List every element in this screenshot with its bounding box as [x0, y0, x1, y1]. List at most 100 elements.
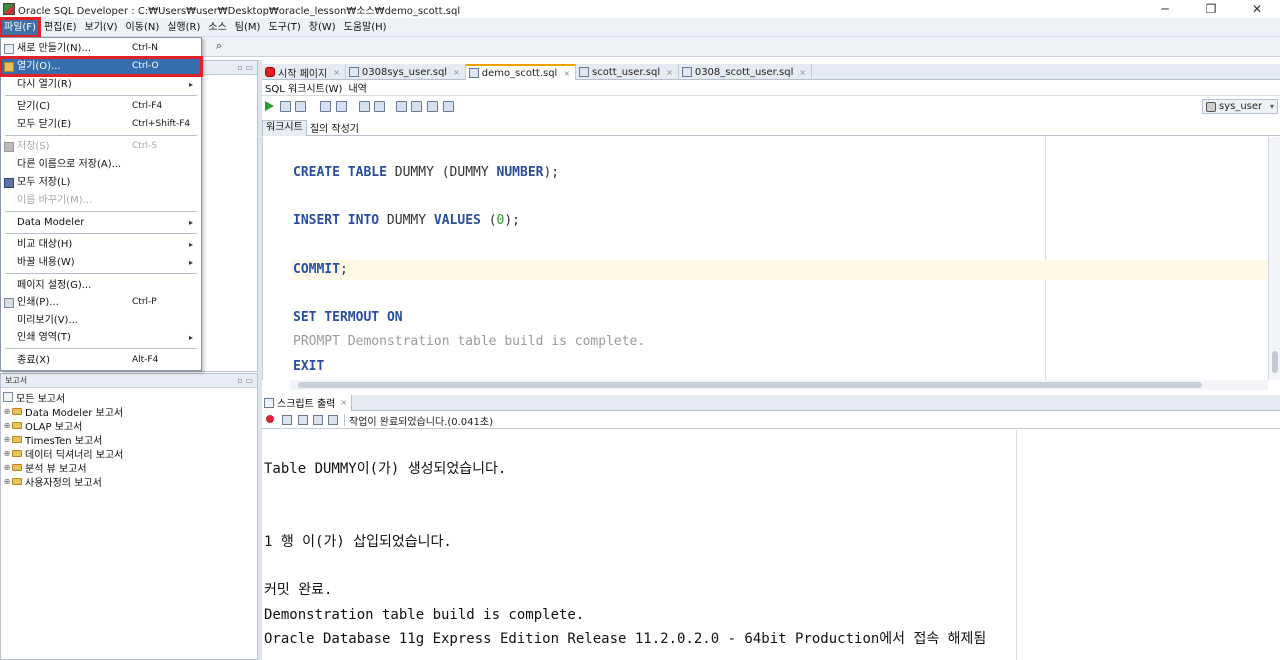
- sql-tuning-icon[interactable]: [374, 101, 385, 112]
- expand-icon[interactable]: ⊕: [3, 435, 11, 444]
- close-tab-icon[interactable]: ×: [333, 68, 340, 77]
- sql-history-icon[interactable]: [427, 101, 438, 112]
- expand-icon[interactable]: ⊕: [3, 421, 11, 430]
- code-token: CREATE: [293, 165, 340, 180]
- tree-item-data-modeler[interactable]: ⊕ Data Modeler 보고서: [1, 404, 257, 419]
- menu-item-print[interactable]: 인쇄(P)... Ctrl-P: [1, 294, 201, 311]
- menu-item-save-as[interactable]: 다른 이름으로 저장(A)...: [1, 156, 201, 173]
- run-script-icon[interactable]: [280, 101, 291, 112]
- tree-item-label: 데이터 딕셔너리 보고서: [25, 449, 124, 461]
- tab-0308sys-user[interactable]: 0308sys_user.sql ×: [346, 64, 466, 80]
- autotrace-icon[interactable]: [336, 101, 347, 112]
- tree-item-user-defined[interactable]: ⊕ 사용자정의 보고서: [1, 474, 257, 489]
- menu-navigate[interactable]: 이동(N): [122, 18, 164, 37]
- close-button[interactable]: ✕: [1234, 0, 1280, 18]
- tree-item-timesten[interactable]: ⊕ TimesTen 보고서: [1, 432, 257, 447]
- menu-item-page-setup[interactable]: 페이지 설정(G)...: [1, 277, 201, 294]
- menu-help[interactable]: 도움말(H): [340, 18, 391, 37]
- expand-icon[interactable]: ⊕: [3, 477, 11, 486]
- close-tab-icon[interactable]: ×: [799, 68, 806, 77]
- menu-item-compare-with[interactable]: 비교 대상(H) ▸: [1, 236, 201, 253]
- find-db-object-icon[interactable]: ⌕: [216, 40, 228, 52]
- editor-tab-bar: 시작 페이지 × 0308sys_user.sql × demo_scott.s…: [262, 64, 1280, 80]
- tab-label: 스크립트 출력: [277, 399, 336, 410]
- panel-minimize-icon[interactable]: ▫ ▭: [237, 376, 253, 385]
- editor-vertical-scrollbar[interactable]: [1268, 137, 1280, 380]
- output-line: 커밋 완료.: [264, 582, 333, 598]
- tab-script-output[interactable]: 스크립트 출력 ×: [262, 394, 353, 411]
- tree-item-data-dictionary[interactable]: ⊕ 데이터 딕셔너리 보고서: [1, 446, 257, 461]
- close-tab-icon[interactable]: ×: [563, 69, 570, 78]
- eraser-icon[interactable]: [282, 415, 292, 425]
- reports-panel: 보고서 ▫ ▭ 모든 보고서 ⊕ Data Modeler 보고서 ⊕ OLAP…: [0, 373, 258, 660]
- menu-item-print-preview[interactable]: 미리보기(V)...: [1, 312, 201, 329]
- connection-name: sys_user: [1219, 101, 1263, 112]
- tab-history[interactable]: 내역: [345, 80, 369, 95]
- menu-tools[interactable]: 도구(T): [264, 18, 304, 37]
- commit-icon[interactable]: [295, 101, 306, 112]
- menu-view[interactable]: 보기(V): [81, 18, 122, 37]
- expand-icon[interactable]: ⊕: [3, 449, 11, 458]
- tree-item-olap[interactable]: ⊕ OLAP 보고서: [1, 418, 257, 433]
- sql-file-icon: [348, 67, 359, 77]
- panel-minimize-icon[interactable]: ▫ ▭: [237, 63, 253, 72]
- menu-item-new[interactable]: 새로 만들기(N)... Ctrl-N: [1, 40, 201, 57]
- menu-item-reopen[interactable]: 다시 열기(R) ▸: [1, 76, 201, 93]
- menu-team[interactable]: 팀(M): [231, 18, 265, 37]
- sql-editor[interactable]: CREATE TABLE DUMMY (DUMMY NUMBER); INSER…: [262, 137, 1268, 380]
- menu-file[interactable]: 파일(F): [0, 16, 41, 38]
- menu-window[interactable]: 창(W): [305, 18, 340, 37]
- tab-scott-user[interactable]: scott_user.sql ×: [576, 64, 679, 80]
- scroll-thumb[interactable]: [1272, 351, 1278, 373]
- menu-run[interactable]: 실행(R): [163, 18, 204, 37]
- tab-label: 0308_scott_user.sql: [694, 66, 794, 78]
- menu-item-shortcut: Ctrl-N: [132, 43, 158, 53]
- tree-item-all-reports[interactable]: 모든 보고서: [1, 390, 257, 405]
- menu-item-replace-with[interactable]: 바꿀 내용(W) ▸: [1, 254, 201, 271]
- connection-select[interactable]: sys_user ▾: [1202, 99, 1278, 114]
- print-icon[interactable]: [313, 415, 323, 425]
- close-tab-icon[interactable]: ×: [453, 68, 460, 77]
- expand-icon[interactable]: ⊕: [3, 463, 11, 472]
- menu-item-data-modeler[interactable]: Data Modeler ▸: [1, 214, 201, 231]
- tree-item-analytic-view[interactable]: ⊕ 분석 뷰 보고서: [1, 460, 257, 475]
- scroll-thumb[interactable]: [298, 382, 1202, 388]
- script-output-area[interactable]: Table DUMMY이(가) 생성되었습니다. 1 행 이(가) 삽입되었습니…: [262, 430, 1280, 660]
- expand-icon[interactable]: ⊕: [3, 407, 11, 416]
- menu-source[interactable]: 소스: [204, 18, 230, 37]
- unshared-sql-icon[interactable]: [443, 101, 454, 112]
- menu-item-close-all[interactable]: 모두 닫기(E) Ctrl+Shift-F4: [1, 116, 201, 133]
- sql-file-icon: [579, 67, 590, 77]
- tab-0308-scott-user[interactable]: 0308_scott_user.sql ×: [679, 64, 813, 80]
- menu-edit[interactable]: 편집(E): [40, 18, 81, 37]
- close-tab-icon[interactable]: ×: [340, 398, 347, 407]
- clear-icon[interactable]: [411, 101, 422, 112]
- code-token: NUMBER: [496, 165, 544, 180]
- menu-item-open[interactable]: 열기(O)... Ctrl-O: [0, 56, 203, 77]
- buffer-size-icon[interactable]: [328, 415, 338, 425]
- maximize-button[interactable]: ❐: [1188, 0, 1234, 18]
- format-icon[interactable]: [396, 101, 407, 112]
- save-icon[interactable]: [298, 415, 308, 425]
- submenu-arrow-icon: ▸: [188, 218, 193, 227]
- run-statement-icon[interactable]: [265, 101, 274, 111]
- tab-sql-worksheet[interactable]: SQL 워크시트(W): [262, 80, 346, 95]
- rollback-icon[interactable]: [359, 101, 370, 112]
- menu-item-exit[interactable]: 종료(X) Alt-F4: [1, 352, 201, 369]
- tab-demo-scott[interactable]: demo_scott.sql ×: [465, 64, 577, 80]
- code-line: EXIT: [293, 357, 324, 377]
- minimize-button[interactable]: ─: [1142, 0, 1188, 18]
- menu-item-label: 열기(O)...: [17, 61, 61, 72]
- tab-worksheet[interactable]: 워크시트: [262, 119, 307, 136]
- explain-plan-icon[interactable]: [320, 101, 331, 112]
- tab-query-builder[interactable]: 질의 작성기: [307, 120, 362, 135]
- pin-icon[interactable]: [266, 415, 274, 423]
- code-token: SET: [293, 310, 317, 325]
- close-tab-icon[interactable]: ×: [666, 68, 673, 77]
- menu-item-close[interactable]: 닫기(C) Ctrl-F4: [1, 98, 201, 115]
- editor-horizontal-scrollbar[interactable]: [290, 380, 1268, 390]
- menu-item-save-all[interactable]: 모두 저장(L): [1, 174, 201, 191]
- menu-item-print-area[interactable]: 인쇄 영역(T) ▸: [1, 329, 201, 346]
- tab-start-page[interactable]: 시작 페이지 ×: [262, 64, 346, 80]
